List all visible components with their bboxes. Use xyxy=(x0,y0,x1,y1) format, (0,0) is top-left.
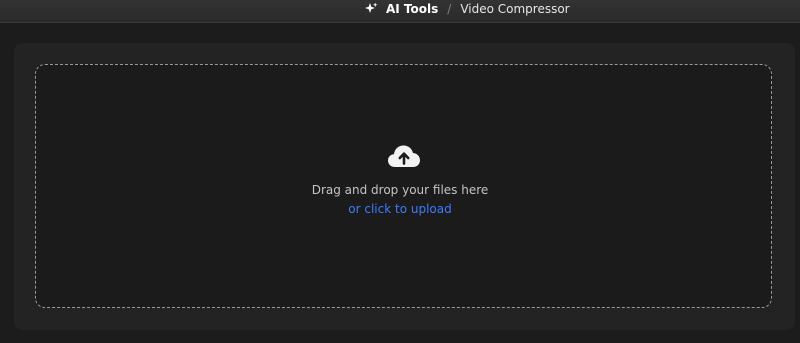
sparkle-icon xyxy=(365,2,378,13)
breadcrumb-ai-tools[interactable]: AI Tools xyxy=(386,2,438,16)
breadcrumb: AI Tools / Video Compressor xyxy=(364,0,570,18)
cloud-upload-icon xyxy=(388,145,420,167)
breadcrumb-current-page: Video Compressor xyxy=(460,2,570,16)
click-to-upload-link[interactable]: or click to upload xyxy=(348,202,451,216)
breadcrumb-separator: / xyxy=(447,2,452,16)
top-bar: AI Tools / Video Compressor xyxy=(0,0,800,23)
upload-link-wrapper: or click to upload xyxy=(0,202,800,216)
dropzone-instruction: Drag and drop your files here xyxy=(311,183,489,197)
